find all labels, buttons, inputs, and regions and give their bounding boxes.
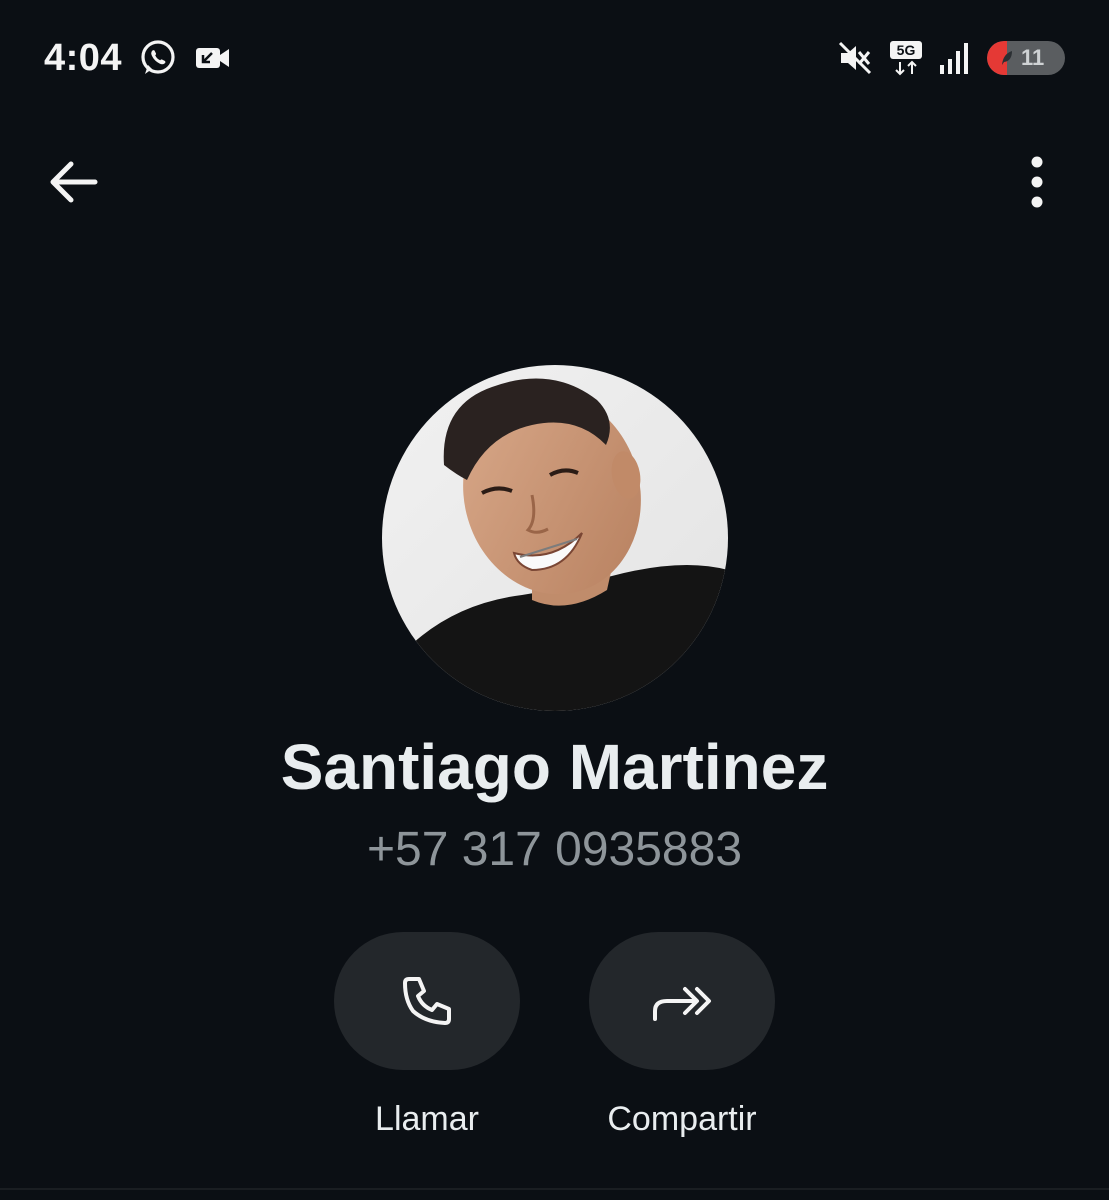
battery-icon: 11 <box>987 41 1065 75</box>
signal-icon <box>939 41 971 75</box>
status-bar: 4:04 5G 11 <box>44 28 1065 88</box>
call-label: Llamar <box>375 1100 479 1138</box>
share-action[interactable]: Compartir <box>589 932 775 1139</box>
status-right: 5G 11 <box>837 40 1065 76</box>
contact-phone[interactable]: +57 317 0935883 <box>0 822 1109 877</box>
share-forward-icon <box>653 987 711 1021</box>
bottom-divider <box>0 1188 1109 1190</box>
battery-level: 11 <box>1021 45 1045 70</box>
mute-icon <box>837 40 873 76</box>
svg-text:5G: 5G <box>897 42 916 58</box>
share-label: Compartir <box>607 1100 757 1138</box>
video-call-icon <box>194 43 232 73</box>
app-bar <box>40 150 1069 214</box>
profile-photo <box>382 365 728 711</box>
share-button[interactable] <box>589 932 775 1070</box>
call-button[interactable] <box>334 932 520 1070</box>
more-vert-icon <box>1031 156 1043 208</box>
more-options-button[interactable] <box>1005 150 1069 214</box>
back-arrow-icon <box>50 161 98 203</box>
call-action[interactable]: Llamar <box>334 932 520 1139</box>
contact-name: Santiago Martinez <box>280 731 829 803</box>
leaf-icon <box>1002 51 1012 65</box>
back-button[interactable] <box>40 150 104 214</box>
contact-avatar[interactable] <box>382 365 728 711</box>
contact-screen: 4:04 5G 11 Santiago Martinez +57 317 093… <box>0 0 1109 1200</box>
5g-icon: 5G <box>889 40 923 76</box>
status-time: 4:04 <box>44 36 123 79</box>
whatsapp-icon <box>138 38 178 78</box>
phone-icon <box>403 977 451 1025</box>
status-left: 4:04 <box>44 37 232 80</box>
